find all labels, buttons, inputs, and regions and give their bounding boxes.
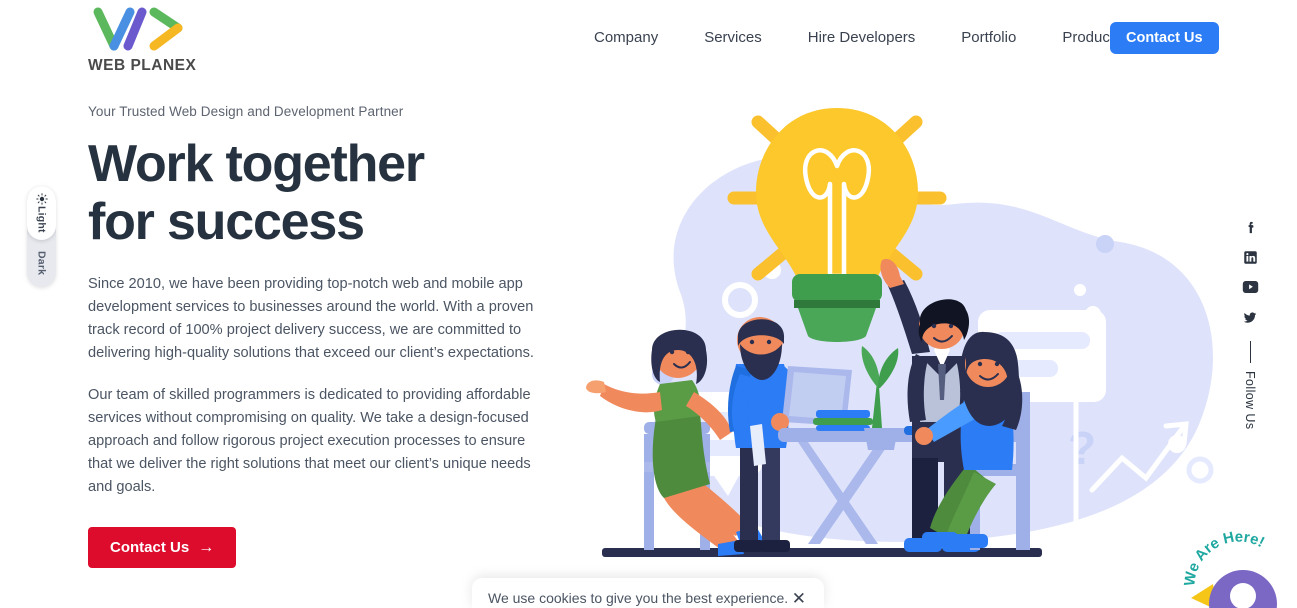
facebook-icon[interactable] xyxy=(1238,212,1262,242)
youtube-icon[interactable] xyxy=(1238,272,1262,302)
question-mark-deco: ? xyxy=(1068,422,1096,474)
linkedin-icon[interactable] xyxy=(1238,242,1262,272)
header-contact-us-button[interactable]: Contact Us xyxy=(1110,22,1219,54)
hero-illustration: ? ? xyxy=(580,108,1214,557)
main-navigation: Company Services Hire Developers Portfol… xyxy=(580,28,1145,48)
headline-line-1: Work together xyxy=(88,135,425,193)
deco-ring xyxy=(1186,456,1214,484)
hero-paragraph-2: Our team of skilled programmers is dedic… xyxy=(88,387,531,495)
nav-item-services[interactable]: Services xyxy=(681,28,785,48)
hero-cta-label: Contact Us xyxy=(110,539,190,556)
follow-us-label: Follow Us xyxy=(1243,371,1257,430)
theme-label-dark: Dark xyxy=(35,251,48,276)
books-stack xyxy=(813,410,873,431)
headline-line-2: for success xyxy=(88,193,365,251)
close-icon[interactable]: ✕ xyxy=(792,590,806,607)
theme-option-dark[interactable]: Dark xyxy=(27,240,56,287)
deco-ring xyxy=(580,424,612,456)
nav-item-company[interactable]: Company xyxy=(580,28,681,48)
theme-switcher[interactable]: Light Dark xyxy=(27,186,56,287)
question-mark-deco: ? xyxy=(584,457,622,526)
social-rail: Follow Us xyxy=(1235,212,1265,429)
hero-content: Your Trusted Web Design and Development … xyxy=(88,104,540,568)
hero-eyebrow: Your Trusted Web Design and Development … xyxy=(88,104,404,119)
webplanex-v-arrow-logo-icon xyxy=(93,7,183,51)
bulb-base-lower xyxy=(798,308,876,342)
site-header: WEB PLANEX Company Services Hire Develop… xyxy=(0,0,1297,78)
sun-icon xyxy=(35,193,48,205)
bulb-base-stripe xyxy=(794,300,880,308)
social-divider xyxy=(1249,341,1251,363)
arrow-right-icon: → xyxy=(198,538,215,556)
chat-widget[interactable]: We Are Here! xyxy=(1183,518,1291,608)
theme-option-light[interactable]: Light xyxy=(27,186,56,240)
hero-paragraph-1: Since 2010, we have been providing top-n… xyxy=(88,276,534,361)
nav-item-hire-developers[interactable]: Hire Developers xyxy=(785,28,939,48)
cookie-banner-text: We use cookies to give you the best expe… xyxy=(488,590,789,606)
deco-dot xyxy=(1074,284,1086,296)
hero-contact-us-button[interactable]: Contact Us → xyxy=(88,527,237,568)
cookie-banner: We use cookies to give you the best expe… xyxy=(472,578,824,608)
twitter-icon[interactable] xyxy=(1238,302,1262,332)
theme-label-light: Light xyxy=(35,206,48,233)
logo[interactable]: WEB PLANEX xyxy=(88,6,196,75)
logo-text: WEB PLANEX xyxy=(88,57,197,74)
chat-avatar-head xyxy=(1230,583,1256,608)
nav-item-portfolio[interactable]: Portfolio xyxy=(938,28,1039,48)
bulb-base-upper xyxy=(792,274,882,302)
deco-dot xyxy=(1096,235,1114,253)
page-title: Work together for success xyxy=(88,135,540,251)
